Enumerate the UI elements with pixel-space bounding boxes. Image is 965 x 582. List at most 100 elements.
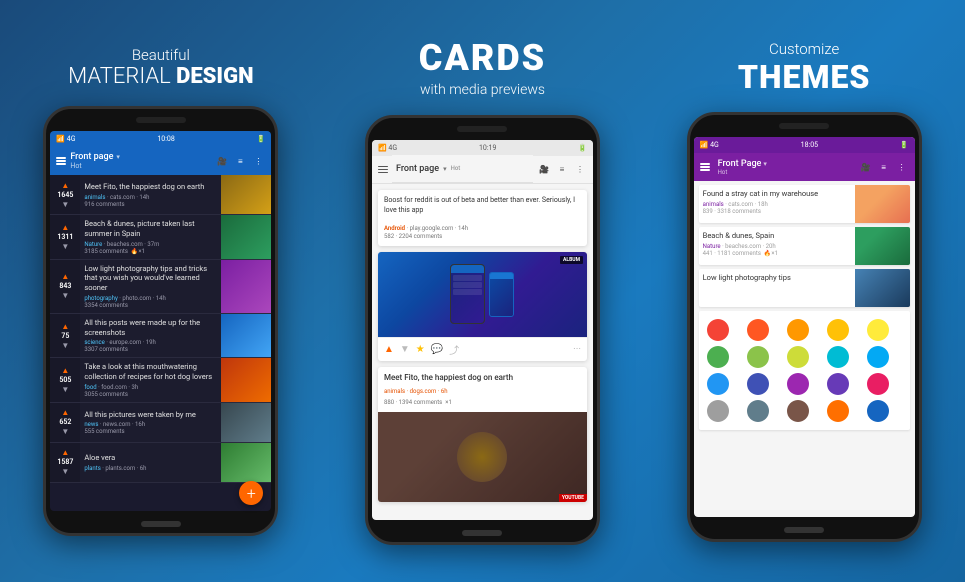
upvote-icon[interactable]: ▲	[61, 448, 69, 457]
phone3-main-title: Front Page ▾	[718, 159, 851, 169]
feed-item[interactable]: ▲ 1311 ▼ Beach & dunes, picture taken la…	[50, 215, 271, 260]
vote-count: 1587	[57, 458, 73, 466]
color-circle[interactable]	[827, 400, 849, 422]
more-icon[interactable]: ⋮	[573, 162, 587, 176]
color-circle[interactable]	[867, 373, 889, 395]
vote-col: ▲ 75 ▼	[50, 314, 80, 358]
card1-meta: Android · play.google.com · 14h 582 · 22…	[378, 222, 587, 246]
phone2-subtitle: Hot	[451, 165, 461, 172]
card-dog-post[interactable]: Meet Fito, the happiest dog on earth ani…	[378, 367, 587, 502]
feed-meta: animals · cats.com · 18h	[703, 201, 851, 208]
card3-title: Meet Fito, the happiest dog on earth	[378, 367, 587, 388]
phone1-feed: ▲ 1645 ▼ Meet Fito, the happiest dog on …	[50, 175, 271, 483]
hamburger-icon[interactable]	[700, 163, 710, 171]
feed-comments: 555 comments	[84, 428, 217, 435]
hamburger-icon[interactable]	[56, 157, 66, 165]
feed-comments: 3055 comments	[84, 391, 217, 398]
feed-meta: Nature · beaches.com · 20h	[703, 243, 851, 250]
camera-icon[interactable]: 🎥	[859, 160, 873, 174]
downvote-icon[interactable]: ▼	[61, 467, 69, 476]
upvote-icon[interactable]: ▲	[61, 322, 69, 331]
sort-icon[interactable]: ≡	[877, 160, 891, 174]
more-icon[interactable]: ⋮	[251, 154, 265, 168]
phone-home-button	[784, 527, 824, 533]
phone3: 📶 4G 18:05 🔋 Front Page ▾ Hot 🎥 ≡	[687, 112, 922, 542]
feed-item[interactable]: Found a stray cat in my warehouse animal…	[699, 185, 910, 223]
phone1-time: 10:08	[157, 135, 174, 143]
more-action-icon[interactable]: ···	[573, 344, 581, 355]
feed-content: Take a look at this mouthwatering collec…	[80, 358, 221, 402]
downvote-action-icon[interactable]: ▼	[400, 344, 410, 355]
color-circle[interactable]	[787, 319, 809, 341]
downvote-icon[interactable]: ▼	[61, 242, 69, 251]
color-circle[interactable]	[707, 346, 729, 368]
card-image-post[interactable]: ALBUM	[378, 252, 587, 361]
dropdown-arrow-icon[interactable]: ▾	[116, 153, 120, 161]
phone2-screen: 📶 4G 10:19 🔋 Front page ▾ Hot 🎥 ≡ ⋮	[372, 140, 593, 520]
dropdown-arrow-icon[interactable]: ▾	[443, 165, 447, 173]
vote-count: 505	[59, 376, 71, 384]
phone-home-button	[462, 530, 502, 536]
more-icon[interactable]: ⋮	[895, 160, 909, 174]
dropdown-arrow-icon[interactable]: ▾	[763, 160, 767, 168]
share-action-icon[interactable]: ⤴	[449, 342, 459, 357]
feed-thumbnail	[221, 215, 271, 259]
feed-item[interactable]: ▲ 75 ▼ All this posts were made up for t…	[50, 314, 271, 359]
color-circle[interactable]	[707, 373, 729, 395]
feed-item[interactable]: ▲ 1587 ▼ Aloe vera plants · plants.com ·…	[50, 443, 271, 483]
feed-title: Meet Fito, the happiest dog on earth	[84, 182, 217, 192]
color-circle[interactable]	[707, 319, 729, 341]
feed-item[interactable]: ▲ 652 ▼ All this pictures were taken by …	[50, 403, 271, 443]
feed-item[interactable]: Low light photography tips	[699, 269, 910, 307]
phone3-screen: 📶 4G 18:05 🔋 Front Page ▾ Hot 🎥 ≡	[694, 137, 915, 517]
phone1: 📶 4G 10:08 🔋 Front page ▾ Hot 🎥 ≡	[43, 106, 278, 536]
upvote-action-icon[interactable]: ▲	[384, 344, 394, 355]
color-circle[interactable]	[867, 346, 889, 368]
color-circle[interactable]	[867, 400, 889, 422]
color-circle[interactable]	[747, 373, 769, 395]
camera-icon[interactable]: 🎥	[537, 162, 551, 176]
upvote-icon[interactable]: ▲	[61, 366, 69, 375]
feed-item[interactable]: ▲ 843 ▼ Low light photography tips and t…	[50, 260, 271, 314]
color-circle[interactable]	[747, 400, 769, 422]
comment-action-icon[interactable]: 💬	[431, 344, 443, 355]
color-circle[interactable]	[707, 400, 729, 422]
feed-item[interactable]: ▲ 1645 ▼ Meet Fito, the happiest dog on …	[50, 175, 271, 215]
feed-thumbnail	[855, 185, 910, 223]
color-circle[interactable]	[787, 346, 809, 368]
feed-thumbnail	[221, 358, 271, 402]
bookmark-action-icon[interactable]: ★	[416, 344, 425, 355]
downvote-icon[interactable]: ▼	[61, 341, 69, 350]
downvote-icon[interactable]: ▼	[61, 291, 69, 300]
sort-icon[interactable]: ≡	[233, 154, 247, 168]
downvote-icon[interactable]: ▼	[61, 427, 69, 436]
upvote-icon[interactable]: ▲	[61, 272, 69, 281]
color-circle[interactable]	[787, 373, 809, 395]
downvote-icon[interactable]: ▼	[61, 200, 69, 209]
sort-icon[interactable]: ≡	[555, 162, 569, 176]
col1-design: DESIGN	[176, 64, 253, 89]
phone2-appbar: Front page ▾ Hot 🎥 ≡ ⋮	[372, 156, 593, 184]
color-circle[interactable]	[827, 319, 849, 341]
color-circle[interactable]	[787, 400, 809, 422]
hamburger-icon[interactable]	[378, 166, 388, 174]
phone3-title-area: Front Page ▾ Hot	[714, 159, 855, 176]
color-circle[interactable]	[827, 373, 849, 395]
upvote-icon[interactable]: ▲	[61, 408, 69, 417]
downvote-icon[interactable]: ▼	[61, 385, 69, 394]
feed-item[interactable]: ▲ 505 ▼ Take a look at this mouthwaterin…	[50, 358, 271, 403]
phone3-appbar: Front Page ▾ Hot 🎥 ≡ ⋮	[694, 153, 915, 181]
camera-icon[interactable]: 🎥	[215, 154, 229, 168]
feed-item[interactable]: Beach & dunes, Spain Nature · beaches.co…	[699, 227, 910, 265]
upvote-icon[interactable]: ▲	[61, 223, 69, 232]
color-circle[interactable]	[867, 319, 889, 341]
color-circle[interactable]	[747, 319, 769, 341]
phone1-status-bar: 📶 4G 10:08 🔋	[50, 131, 271, 147]
feed-thumbnail	[221, 314, 271, 358]
col1-line2: MATERIAL DESIGN	[68, 64, 253, 90]
col3-line1: Customize	[738, 40, 871, 58]
color-circle[interactable]	[827, 346, 849, 368]
card-text-post[interactable]: Boost for reddit is out of beta and bett…	[378, 190, 587, 246]
color-circle[interactable]	[747, 346, 769, 368]
upvote-icon[interactable]: ▲	[61, 181, 69, 190]
